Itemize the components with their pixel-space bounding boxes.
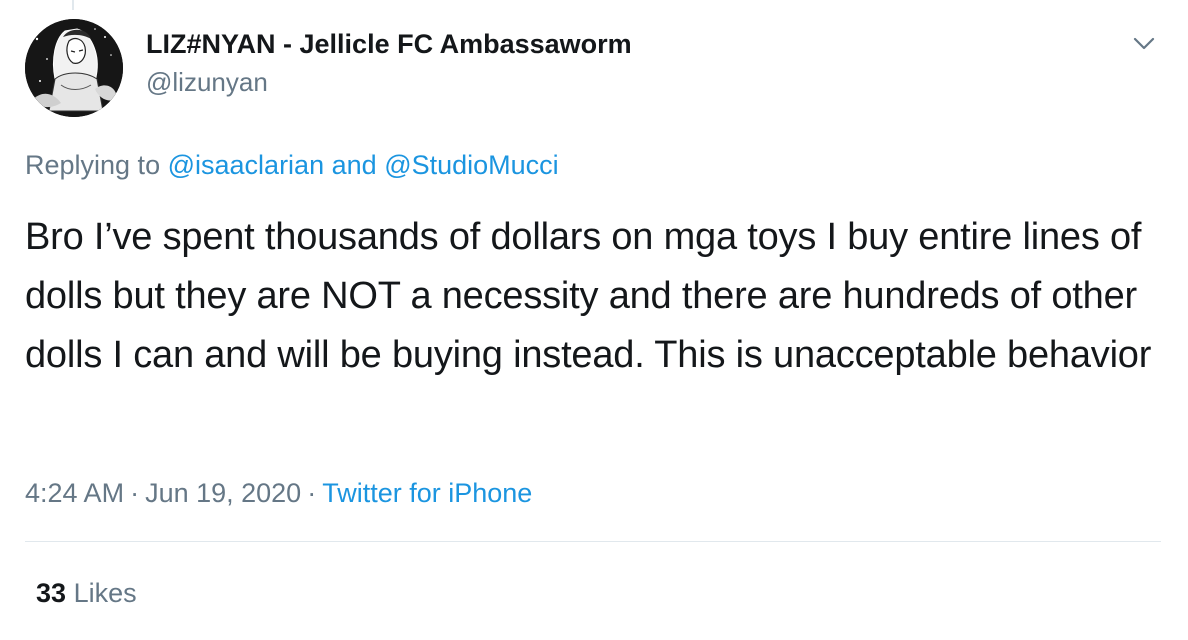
more-options-button[interactable] bbox=[1128, 28, 1160, 60]
tweet-time[interactable]: 4:24 AM bbox=[25, 478, 124, 508]
reply-user-link[interactable]: @isaaclarian bbox=[168, 150, 324, 180]
tweet-text: Bro I’ve spent thousands of dollars on m… bbox=[25, 216, 1152, 376]
author-display-name[interactable]: LIZ#NYAN - Jellicle FC Ambassaworm bbox=[146, 29, 632, 60]
likes-count: 33 bbox=[36, 578, 67, 608]
likes-stat[interactable]: 33 Likes bbox=[36, 578, 137, 609]
tweet-meta: 4:24 AM · Jun 19, 2020 · Twitter for iPhone bbox=[25, 478, 532, 509]
tweet-source-link[interactable]: Twitter for iPhone bbox=[322, 478, 532, 508]
avatar-illustration bbox=[25, 19, 123, 117]
tweet-date[interactable]: Jun 19, 2020 bbox=[145, 478, 301, 508]
thread-connector bbox=[72, 0, 74, 10]
chevron-down-icon bbox=[1133, 37, 1155, 50]
meta-separator: · bbox=[130, 478, 140, 508]
likes-label: Likes bbox=[73, 578, 137, 608]
author-handle[interactable]: @lizunyan bbox=[146, 67, 268, 98]
meta-separator: · bbox=[307, 478, 317, 508]
avatar[interactable] bbox=[25, 19, 123, 117]
replying-to: Replying to @isaaclarian and @StudioMucc… bbox=[25, 150, 559, 181]
replying-to-label: Replying to bbox=[25, 150, 161, 180]
reply-joiner: and bbox=[331, 150, 377, 180]
divider bbox=[25, 541, 1161, 542]
reply-user-link[interactable]: @StudioMucci bbox=[384, 150, 558, 180]
